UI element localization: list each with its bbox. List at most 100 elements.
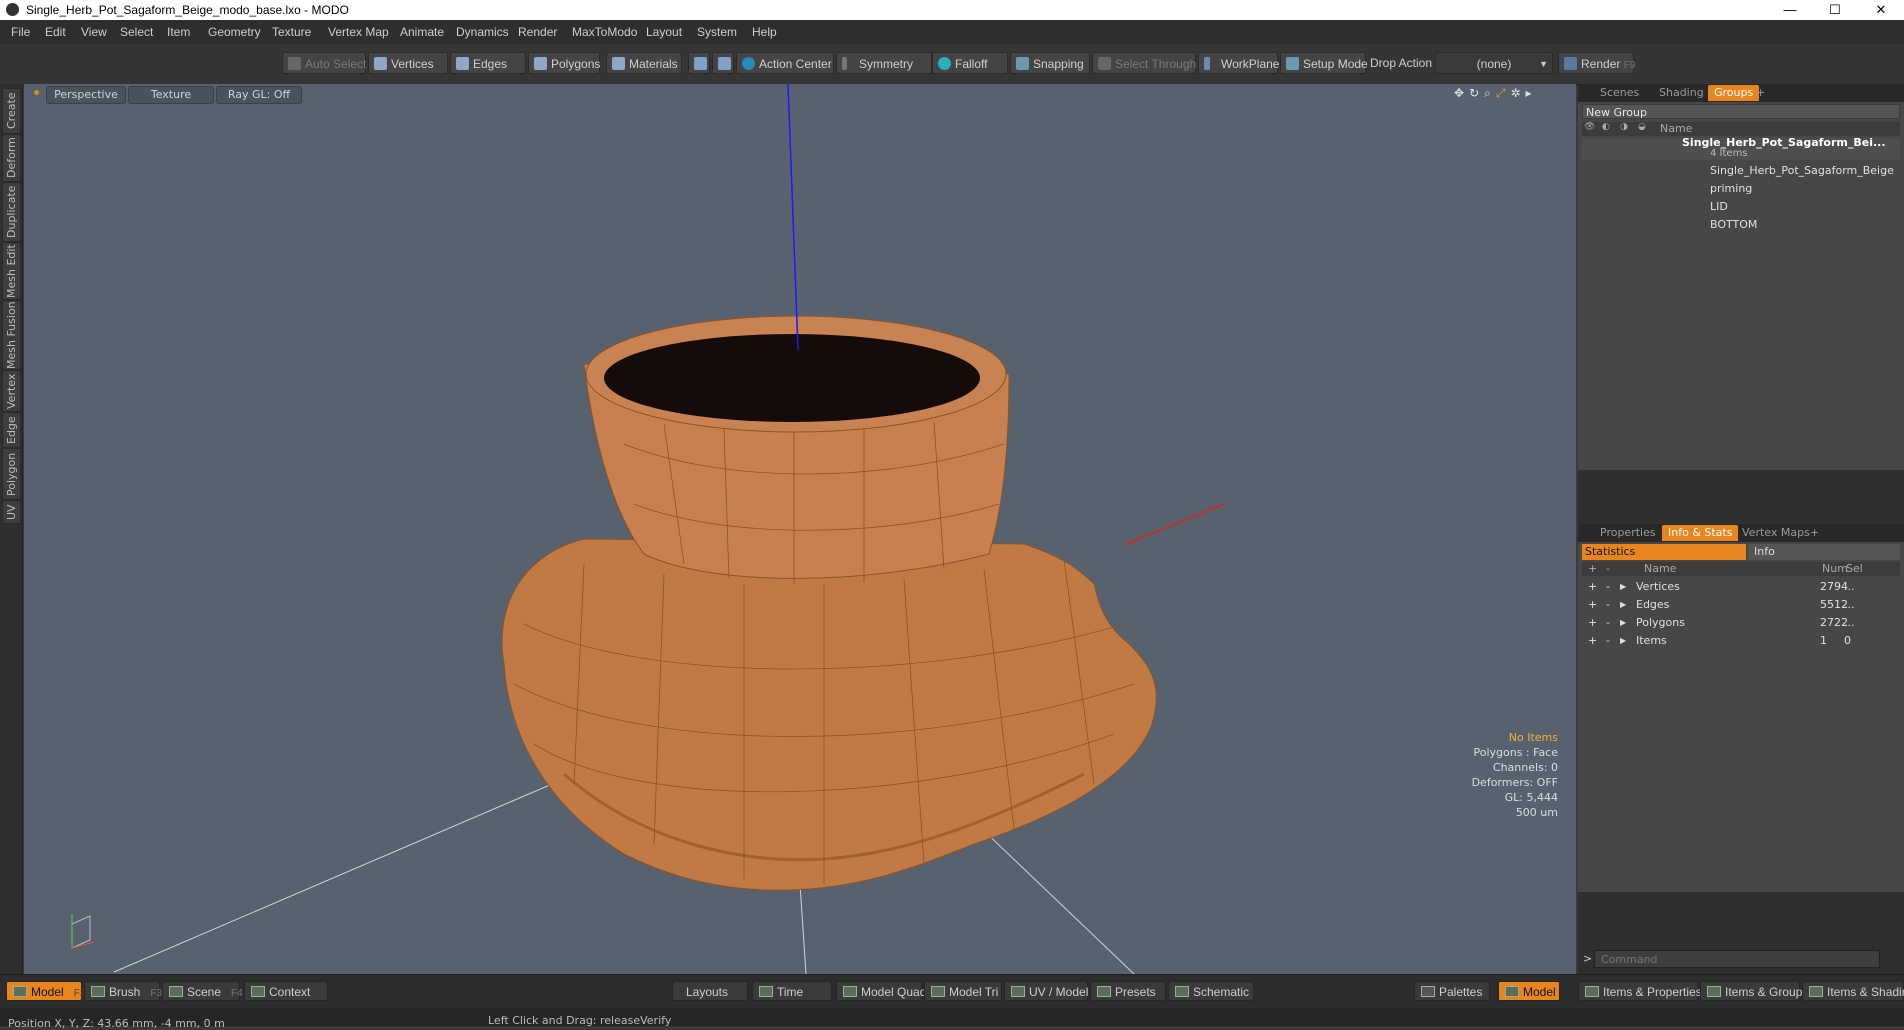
tab-polygon[interactable]: Polygon	[2, 448, 21, 500]
close-button[interactable]: ✕	[1858, 0, 1904, 20]
stats-row[interactable]: + - ▶ Vertices 2794...	[1582, 578, 1904, 596]
stats-row[interactable]: + - ▶ Edges 5512...	[1582, 596, 1904, 614]
x-axis-line	[1125, 503, 1225, 545]
setup-mode-button[interactable]: Setup Mode	[1280, 52, 1368, 74]
workplane-button[interactable]: WorkPlane	[1198, 52, 1279, 74]
menu-bar: File Edit View Select Item Geometry Text…	[0, 20, 1904, 44]
setup-mode-label: Setup Mode	[1303, 57, 1368, 71]
new-group-button[interactable]: New Group	[1582, 104, 1900, 119]
scene-layout-button[interactable]: Scene F4	[162, 981, 243, 1001]
menu-animate[interactable]: Animate	[400, 25, 444, 39]
tab-properties[interactable]: Properties	[1594, 525, 1662, 541]
tab-shading[interactable]: Shading	[1653, 85, 1710, 101]
layouts-button[interactable]: Layouts	[672, 981, 748, 1001]
add-tab-icon[interactable]: +	[1750, 85, 1771, 101]
render-button[interactable]: Render F9	[1558, 52, 1635, 74]
group-item-row[interactable]: LID	[1578, 198, 1904, 216]
stats-row[interactable]: + - ▶ Polygons 2722...	[1582, 614, 1904, 632]
group-item-row[interactable]: Single_Herb_Pot_Sagaform_Beige	[1578, 162, 1904, 180]
stats-row[interactable]: + - ▶ Items 1 0	[1582, 632, 1904, 650]
tab-mesh-edit[interactable]: Mesh Edit	[2, 242, 21, 300]
action-center-button[interactable]: Action Center	[736, 52, 834, 74]
expand-arrow-icon[interactable]: ▶	[1620, 578, 1626, 596]
model-tab-button[interactable]: Model	[1498, 981, 1560, 1001]
tab-info-stats[interactable]: Info & Stats	[1662, 525, 1739, 541]
statistics-tab[interactable]: Statistics	[1582, 544, 1746, 560]
schematic-button[interactable]: Schematic	[1168, 981, 1254, 1001]
items-properties-button[interactable]: Items & Properties	[1578, 981, 1702, 1001]
presets-button[interactable]: Presets	[1090, 981, 1166, 1001]
gl-count-status: GL: 5,444	[1504, 791, 1558, 804]
app-icon	[6, 3, 19, 16]
items-shading-button[interactable]: Items & Shading	[1802, 981, 1904, 1001]
context-layout-button[interactable]: Context	[244, 981, 328, 1001]
soccer-toggle-button[interactable]	[712, 52, 734, 74]
menu-dynamics[interactable]: Dynamics	[456, 25, 509, 39]
right-panel: Scenes Shading Groups + New Group 👁 ◐ ◑ …	[1578, 84, 1904, 974]
minimize-button[interactable]: —	[1767, 0, 1813, 20]
tab-edge[interactable]: Edge	[2, 412, 21, 448]
items-groups-button[interactable]: Items & Groups	[1700, 981, 1808, 1001]
materials-button[interactable]: Materials	[606, 52, 682, 74]
collapse-all-icon[interactable]: -	[1606, 562, 1610, 576]
menu-layout[interactable]: Layout	[646, 25, 682, 39]
edges-button[interactable]: Edges	[450, 52, 526, 74]
edges-label: Edges	[473, 57, 508, 71]
tab-vertex[interactable]: Vertex	[2, 370, 21, 412]
auto-select-icon	[288, 57, 301, 70]
expand-arrow-icon[interactable]: ▶	[1620, 614, 1626, 632]
brush-layout-button[interactable]: Brush F3	[84, 981, 162, 1001]
snapping-button[interactable]: Snapping	[1010, 52, 1090, 74]
select-toggle-icon: ◒	[1638, 122, 1646, 132]
expand-all-icon[interactable]: +	[1588, 562, 1597, 576]
polygons-button[interactable]: Polygons	[528, 52, 600, 74]
command-input[interactable]	[1594, 950, 1880, 968]
menu-select[interactable]: Select	[120, 25, 153, 39]
group-item-row[interactable]: BOTTOM	[1578, 216, 1904, 234]
menu-vertex-map[interactable]: Vertex Map	[328, 25, 389, 39]
palettes-button[interactable]: Palettes	[1414, 981, 1490, 1001]
add-tab-icon[interactable]: +	[1804, 525, 1825, 541]
maximize-button[interactable]: ☐	[1812, 0, 1858, 20]
render-icon	[1564, 57, 1577, 70]
menu-help[interactable]: Help	[752, 25, 777, 39]
time-layout-button[interactable]: Time	[752, 981, 832, 1001]
group-row[interactable]: Single_Herb_Pot_Sagaform_Bei... 4 Items	[1582, 136, 1900, 160]
model-tri-button[interactable]: Model Tri	[924, 981, 1002, 1001]
menu-maxtomodo[interactable]: MaxToModo	[572, 25, 637, 39]
tab-scenes[interactable]: Scenes	[1594, 85, 1645, 101]
layout-icon	[169, 986, 183, 997]
model-layout-button[interactable]: Model F2	[6, 981, 85, 1001]
expand-arrow-icon[interactable]: ▶	[1620, 632, 1626, 650]
shield-toggle-button[interactable]	[688, 52, 710, 74]
channels-status: Channels: 0	[1492, 761, 1558, 774]
expand-arrow-icon[interactable]: ▶	[1620, 596, 1626, 614]
info-tab[interactable]: Info	[1748, 544, 1900, 560]
menu-edit[interactable]: Edit	[45, 25, 66, 39]
tab-uv[interactable]: UV	[2, 500, 21, 524]
select-through-button[interactable]: Select Through	[1092, 52, 1196, 74]
menu-geometry[interactable]: Geometry	[208, 25, 261, 39]
3d-viewport[interactable]: Perspective Texture Ray GL: Off ✥↻⌕⤢✲▸ N…	[24, 84, 1576, 974]
tab-mesh-fusion[interactable]: Mesh Fusion	[2, 300, 21, 370]
auto-select-button[interactable]: Auto Select	[282, 52, 366, 74]
uv-model-button[interactable]: UV / Model	[1004, 981, 1088, 1001]
drop-action-select[interactable]: (none) ▼	[1435, 52, 1553, 74]
tab-deform[interactable]: Deform	[2, 134, 21, 182]
layout-icon	[759, 986, 773, 997]
menu-file[interactable]: File	[11, 25, 30, 39]
falloff-button[interactable]: Falloff	[932, 52, 1008, 74]
menu-system[interactable]: System	[697, 25, 737, 39]
menu-texture[interactable]: Texture	[272, 25, 311, 39]
polygons-icon	[534, 57, 547, 70]
group-item-row[interactable]: priming	[1578, 180, 1904, 198]
tab-duplicate[interactable]: Duplicate	[2, 182, 21, 242]
menu-view[interactable]: View	[81, 25, 107, 39]
vertices-button[interactable]: Vertices	[368, 52, 448, 74]
position-readout: Position X, Y, Z: 43.66 mm, -4 mm, 0 m	[8, 1017, 225, 1030]
symmetry-button[interactable]: Symmetry	[836, 52, 932, 74]
menu-item[interactable]: Item	[167, 25, 190, 39]
menu-render[interactable]: Render	[518, 25, 557, 39]
tab-create[interactable]: Create	[2, 88, 21, 134]
model-quad-button[interactable]: Model Quad	[836, 981, 926, 1001]
